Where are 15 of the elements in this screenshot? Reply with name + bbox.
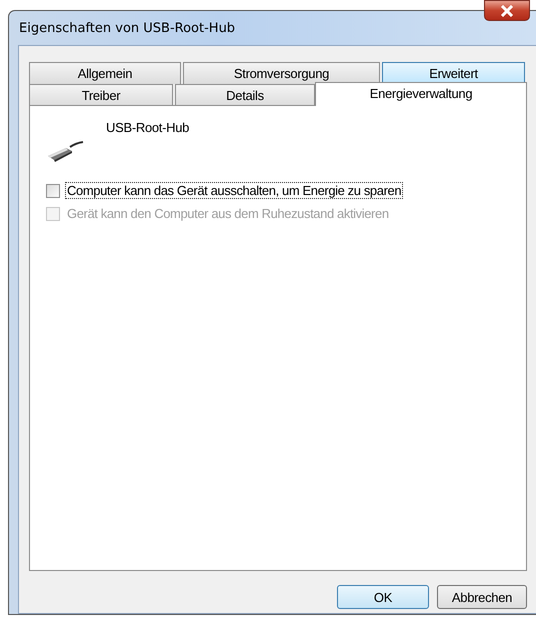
usb-plug-icon	[46, 139, 84, 163]
checkbox-label[interactable]: Computer kann das Gerät ausschalten, um Energie zu sparen	[65, 182, 404, 199]
tab[interactable]: Energieverwaltung	[315, 82, 527, 106]
dialog-button[interactable]: Abbrechen	[437, 585, 527, 609]
tab[interactable]: Stromversorgung	[183, 62, 380, 84]
close-icon	[500, 4, 514, 16]
tab[interactable]: Details	[175, 84, 315, 106]
tab[interactable]: Allgemein	[29, 62, 181, 84]
tab[interactable]: Treiber	[29, 84, 173, 106]
dialog-button[interactable]: OK	[337, 585, 429, 609]
close-button[interactable]	[484, 0, 530, 21]
checkbox[interactable]	[46, 184, 60, 198]
device-name: USB-Root-Hub	[106, 120, 190, 135]
window-title: Eigenschaften von USB-Root-Hub	[18, 20, 236, 36]
tab[interactable]: Erweitert	[382, 62, 525, 84]
